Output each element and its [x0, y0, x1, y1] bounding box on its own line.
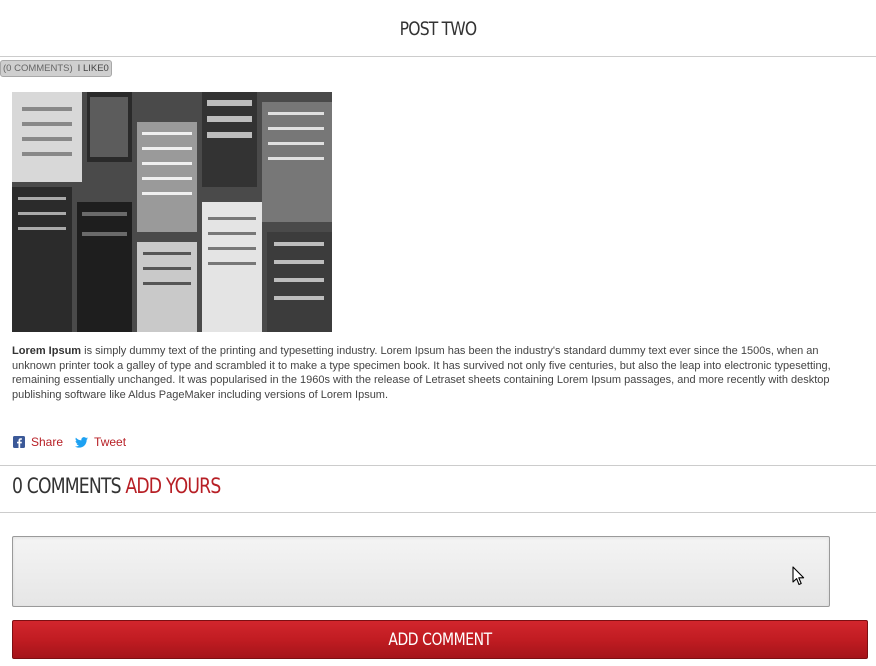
post-body-text: is simply dummy text of the printing and…: [12, 345, 831, 401]
twitter-share-label: Tweet: [94, 435, 127, 449]
facebook-share-link[interactable]: Share: [12, 435, 63, 449]
title-divider: [0, 56, 876, 57]
add-yours-link[interactable]: ADD YOURS: [125, 474, 221, 498]
post-image: [12, 92, 332, 332]
city-photo: [12, 92, 332, 332]
share-divider: [0, 465, 876, 466]
twitter-icon: [75, 436, 89, 449]
twitter-share-link[interactable]: Tweet: [75, 435, 126, 449]
facebook-share-label: Share: [31, 435, 64, 449]
add-comment-button[interactable]: ADD COMMENT: [12, 620, 868, 659]
mouse-cursor-icon: [792, 566, 805, 586]
like-count: 0: [103, 63, 109, 74]
comment-textarea[interactable]: [12, 536, 830, 607]
post-title: POST TWO: [399, 18, 477, 40]
comments-count-label: 0 COMMENTS: [12, 474, 122, 498]
post-body-lead: Lorem Ipsum: [12, 345, 82, 357]
comments-divider: [0, 512, 876, 513]
share-row: Share Tweet: [12, 435, 138, 449]
comments-count-meta[interactable]: (0 COMMENTS): [3, 63, 73, 74]
add-comment-label: ADD COMMENT: [388, 629, 492, 650]
post-meta-bar: (0 COMMENTS) I LIKE0: [0, 60, 112, 77]
like-button[interactable]: I LIKE0: [78, 63, 109, 74]
post-body: Lorem Ipsum is simply dummy text of the …: [12, 344, 862, 402]
like-label: I LIKE: [77, 63, 104, 74]
facebook-icon: [12, 436, 25, 449]
comments-heading: 0 COMMENTS ADD YOURS: [12, 474, 221, 498]
post-page: POST TWO (0 COMMENTS) I LIKE0 Lorem Ipsu…: [0, 0, 876, 666]
